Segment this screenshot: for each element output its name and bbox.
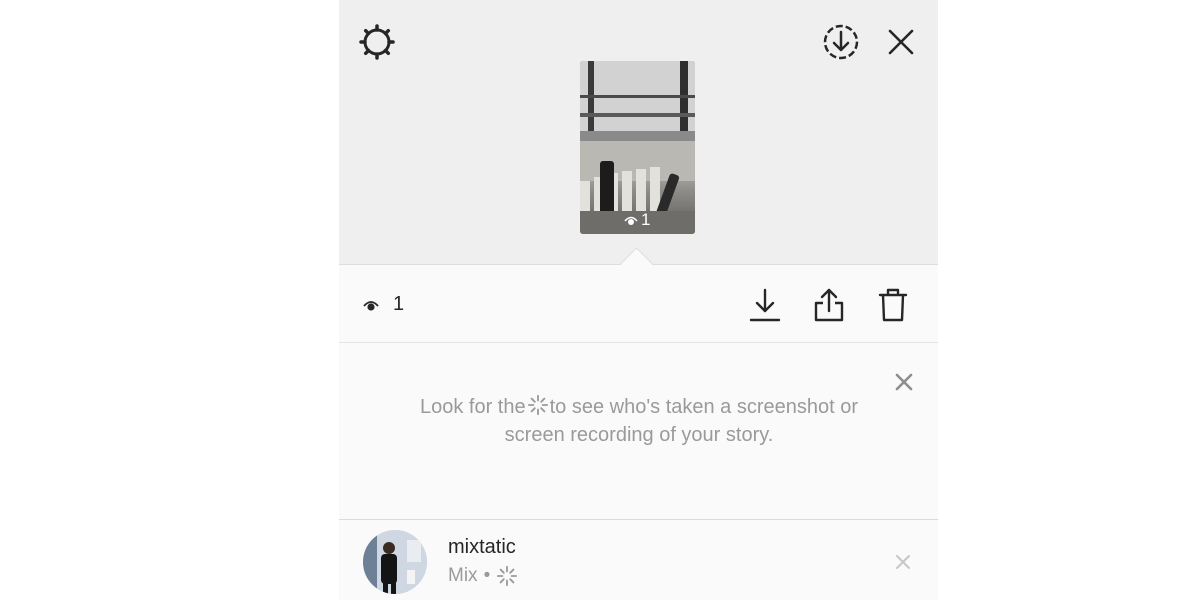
screenshot-burst-icon — [497, 565, 518, 587]
close-icon — [896, 555, 910, 569]
thumbnail-view-count: 1 — [624, 210, 650, 230]
share-button[interactable] — [811, 285, 847, 325]
avatar-photo — [363, 530, 427, 594]
eye-icon — [363, 300, 379, 311]
settings-button[interactable] — [357, 22, 397, 62]
story-thumbnail[interactable]: 1 — [580, 61, 695, 234]
download-button[interactable] — [747, 285, 783, 325]
viewer-username[interactable]: mixtatic — [448, 536, 516, 559]
thumbnail-view-number: 1 — [641, 210, 651, 229]
avatar[interactable] — [363, 530, 427, 594]
gear-icon — [359, 24, 395, 60]
trash-icon — [878, 288, 908, 322]
viewer-subline: Mix • — [448, 565, 518, 587]
close-icon — [895, 373, 913, 391]
view-count-number: 1 — [393, 293, 405, 315]
share-icon — [814, 288, 844, 322]
close-icon — [888, 29, 914, 55]
download-icon — [749, 288, 781, 322]
save-story-button[interactable] — [821, 22, 861, 62]
view-count[interactable]: 1 — [363, 293, 404, 316]
delete-button[interactable] — [875, 285, 911, 325]
story-photo — [580, 61, 695, 234]
remove-viewer-button[interactable] — [891, 550, 915, 574]
notice-text-after: to see who's taken a screenshot or scree… — [504, 396, 859, 446]
viewer-name: Mix — [448, 565, 478, 586]
notice-text: Look for the to see who's taken a screen… — [419, 393, 859, 449]
screenshot-notice: Look for the to see who's taken a screen… — [339, 343, 938, 520]
screenshot-burst-icon — [527, 394, 548, 416]
eye-icon — [624, 216, 638, 225]
story-viewer-panel: 1 1 Look for the to see who's taken a sc… — [339, 0, 938, 600]
download-circle-icon — [823, 24, 859, 60]
story-preview-area: 1 — [339, 0, 938, 265]
dismiss-notice-button[interactable] — [891, 369, 917, 395]
viewer-row[interactable]: mixtatic Mix • — [339, 520, 938, 600]
notice-text-before: Look for the — [419, 396, 526, 418]
close-button[interactable] — [881, 22, 921, 62]
separator-dot: • — [483, 565, 491, 586]
